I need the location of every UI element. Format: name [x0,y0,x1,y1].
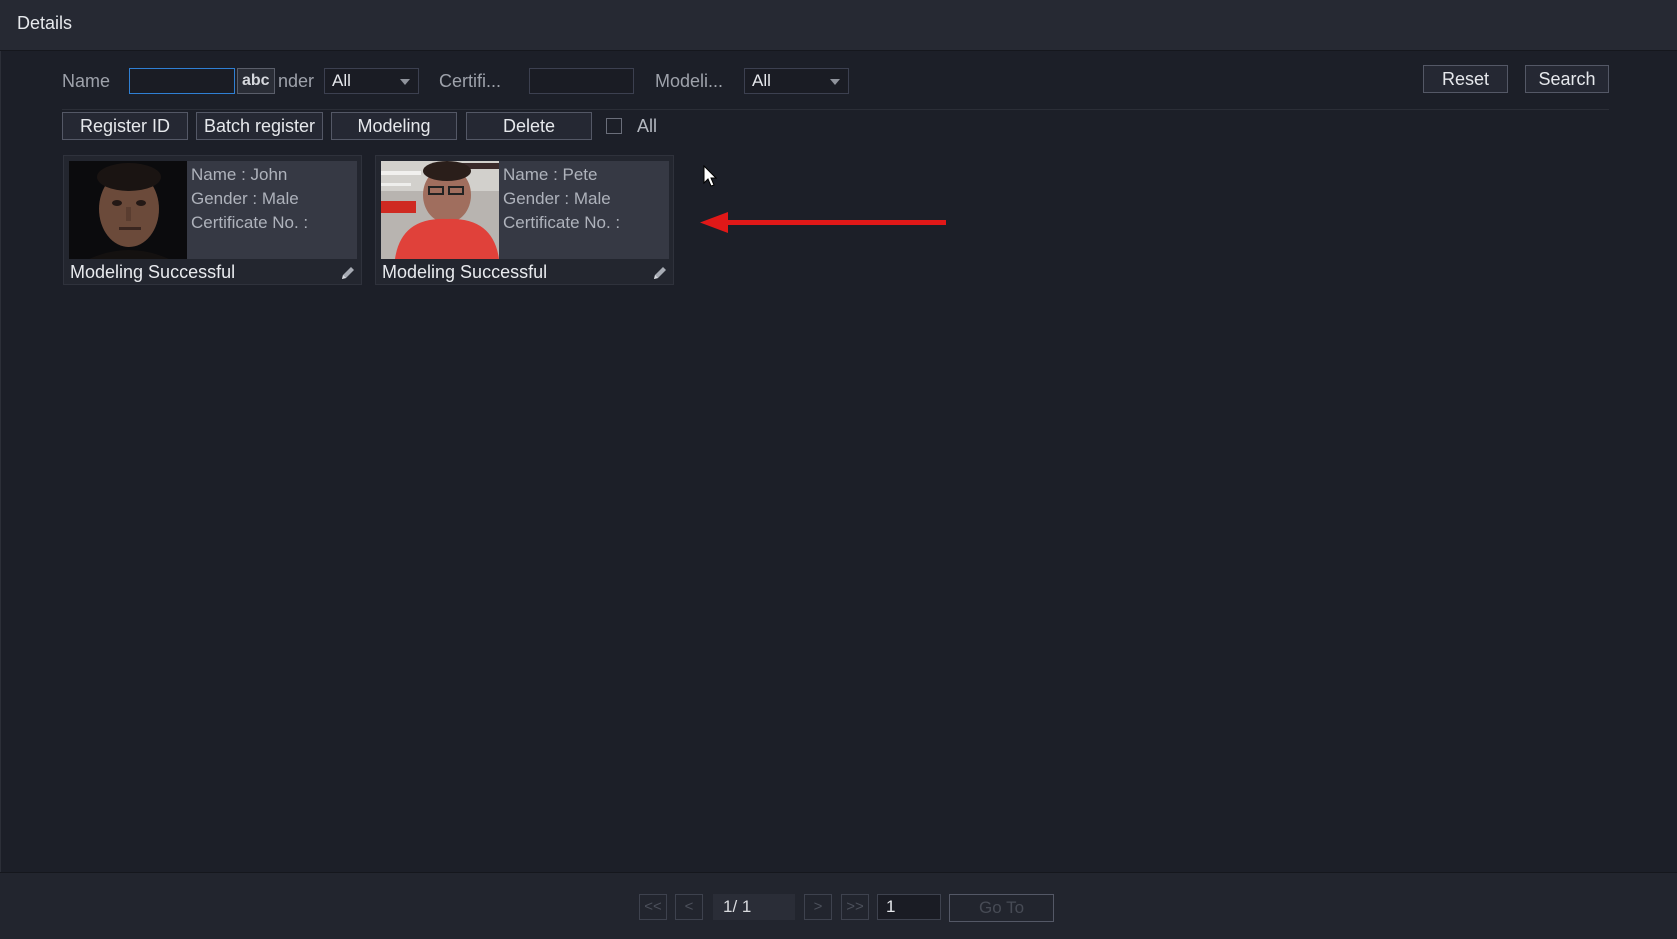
modeling-status: Modeling Successful [70,262,236,282]
search-button[interactable]: Search [1525,65,1609,93]
select-all-label: All [637,116,658,136]
face-thumbnail-john [69,161,187,259]
first-page-button[interactable]: << [639,894,667,920]
edit-pencil-icon[interactable] [651,264,669,282]
record-gender: Gender : Male [191,189,299,208]
gender-label: nder [278,71,315,91]
face-record-card[interactable]: Name : Pete Gender : Male Certificate No… [375,155,674,285]
modeling-select[interactable]: All [744,68,849,94]
gender-select-value: All [332,71,351,90]
goto-page-input[interactable]: 1 [877,894,941,920]
window-title: Details [17,13,73,33]
reset-button[interactable]: Reset [1423,65,1508,93]
record-certificate: Certificate No. : [503,213,621,232]
title-bar: Details [0,0,1677,51]
record-gender: Gender : Male [503,189,611,208]
next-page-button[interactable]: > [804,894,832,920]
annotation-arrow-icon [700,212,946,233]
page-indicator: 1/ 1 [713,894,795,920]
mouse-cursor-icon [703,165,717,187]
modeling-select-value: All [752,71,771,90]
select-all-checkbox[interactable] [606,118,622,134]
last-page-button[interactable]: >> [841,894,869,920]
record-name: Name : Pete [503,165,598,184]
delete-button[interactable]: Delete [466,112,592,140]
certificate-input[interactable] [529,68,634,94]
details-panel: Name abc nder All Certifi... Modeli... A… [0,51,1677,872]
name-label: Name [62,71,111,91]
name-input[interactable] [129,68,235,94]
record-name: Name : John [191,165,288,184]
divider [62,109,1609,110]
chevron-down-icon [400,79,410,85]
chevron-down-icon [830,79,840,85]
record-info: Name : Pete Gender : Male Certificate No… [499,161,669,259]
modeling-label: Modeli... [655,71,724,91]
batch-register-button[interactable]: Batch register [196,112,323,140]
modeling-button[interactable]: Modeling [331,112,457,140]
modeling-status: Modeling Successful [382,262,548,282]
goto-button[interactable]: Go To [949,894,1054,922]
register-id-button[interactable]: Register ID [62,112,188,140]
face-record-card[interactable]: Name : John Gender : Male Certificate No… [63,155,362,285]
certificate-label: Certifi... [439,71,502,91]
ime-abc-indicator[interactable]: abc [237,68,275,94]
record-certificate: Certificate No. : [191,213,309,232]
prev-page-button[interactable]: < [675,894,703,920]
edit-pencil-icon[interactable] [339,264,357,282]
pagination-bar: << < 1/ 1 > >> 1 Go To [0,872,1677,939]
record-info: Name : John Gender : Male Certificate No… [187,161,357,259]
gender-select[interactable]: All [324,68,419,94]
face-thumbnail-pete [381,161,499,259]
